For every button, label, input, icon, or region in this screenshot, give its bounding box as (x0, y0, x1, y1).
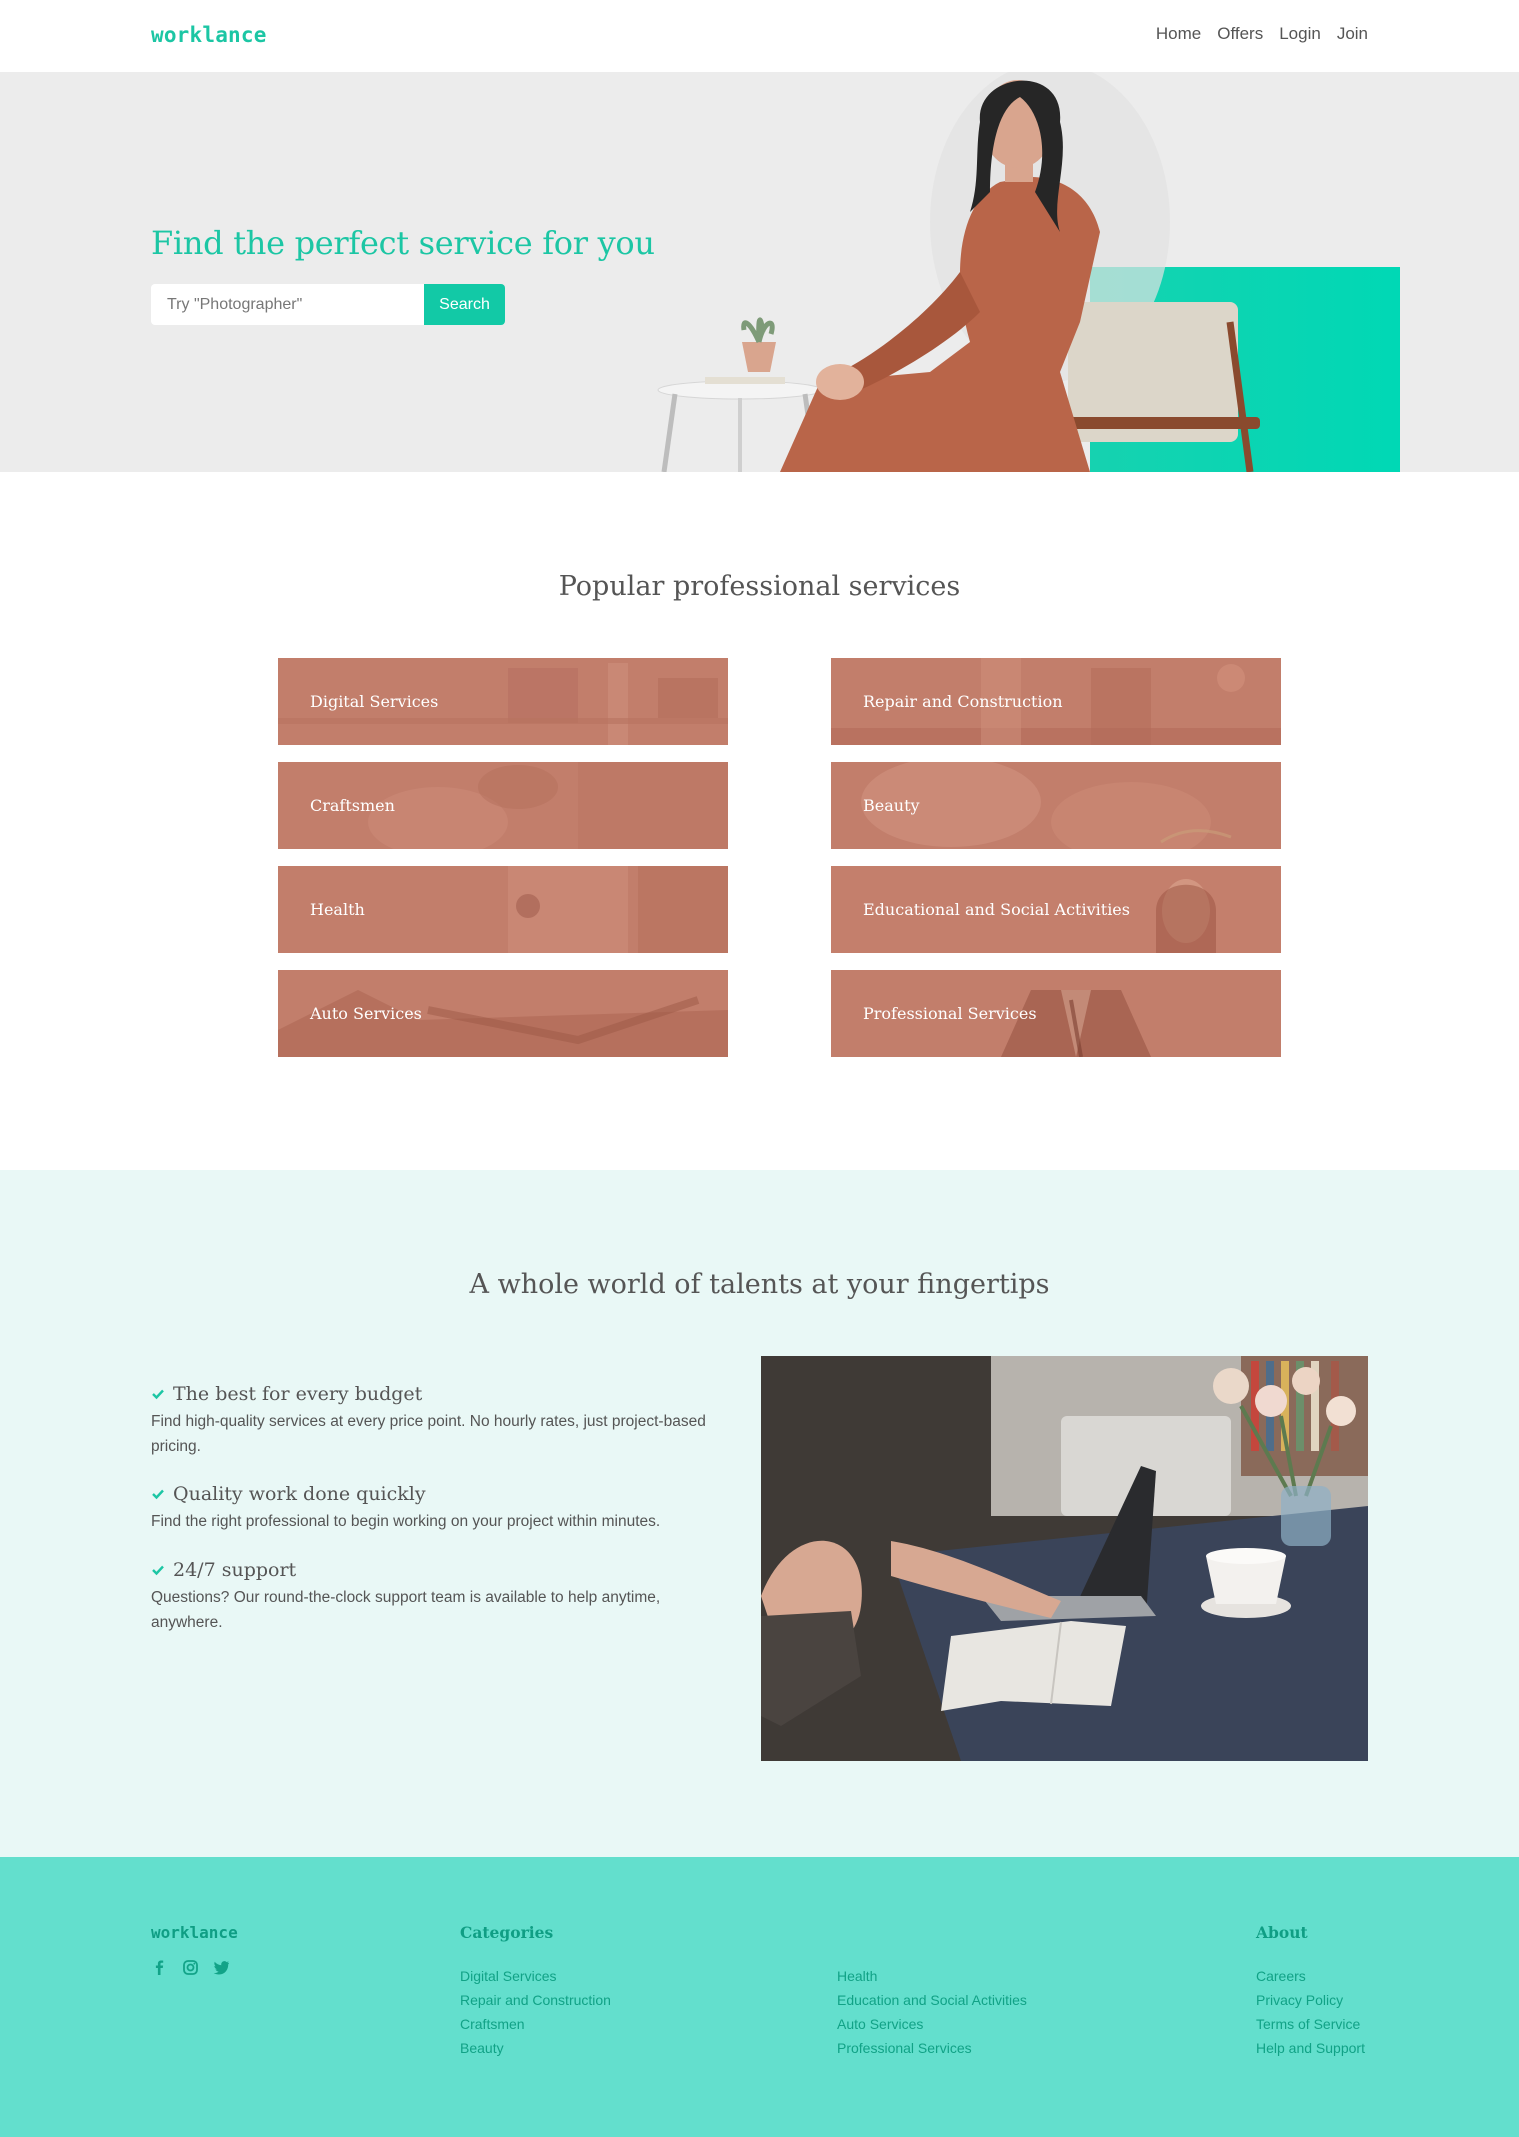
talents-title: A whole world of talents at your fingert… (469, 1269, 1050, 1300)
footer-link[interactable]: Craftsmen (460, 2012, 611, 2036)
feature-text: Find high-quality services at every pric… (151, 1413, 706, 1455)
service-tile-auto-services[interactable]: Auto Services (278, 970, 728, 1057)
check-icon (152, 1489, 164, 1500)
search-button[interactable]: Search (424, 284, 505, 325)
footer-categories-col2: Health Education and Social Activities A… (837, 1964, 1027, 2060)
feature-budget: The best for every budget Find high-qual… (151, 1383, 731, 1459)
nav-home[interactable]: Home (1156, 24, 1201, 44)
feature-support: 24/7 support Questions? Our round-the-cl… (151, 1559, 731, 1635)
service-tile-beauty[interactable]: Beauty (831, 762, 1281, 849)
footer-link[interactable]: Privacy Policy (1256, 1988, 1365, 2012)
feature-quality: Quality work done quickly Find the right… (151, 1483, 731, 1534)
feature-title: Quality work done quickly (173, 1483, 426, 1505)
search-input[interactable] (151, 284, 424, 325)
site-footer: worklance Categories Digital Services Re… (0, 1857, 1519, 2137)
footer-link[interactable]: Digital Services (460, 1964, 611, 1988)
service-tile-repair-construction[interactable]: Repair and Construction (831, 658, 1281, 745)
laptop-work-photo (761, 1356, 1368, 1761)
footer-link[interactable]: Terms of Service (1256, 2012, 1365, 2036)
service-tile-label: Digital Services (310, 692, 439, 711)
service-tile-label: Auto Services (310, 1004, 422, 1023)
popular-services-title: Popular professional services (558, 571, 961, 602)
top-navbar: worklance Home Offers Login Join (0, 0, 1519, 72)
feature-text: Questions? Our round-the-clock support t… (151, 1589, 661, 1631)
nav-join[interactable]: Join (1337, 24, 1368, 44)
nav-login[interactable]: Login (1279, 24, 1321, 44)
footer-link[interactable]: Beauty (460, 2036, 611, 2060)
hero-section: Find the perfect service for you Search (0, 72, 1519, 472)
service-tile-digital-services[interactable]: Digital Services (278, 658, 728, 745)
footer-link[interactable]: Repair and Construction (460, 1988, 611, 2012)
service-tile-educational-social[interactable]: Educational and Social Activities (831, 866, 1281, 953)
feature-title: The best for every budget (173, 1383, 423, 1405)
footer-link[interactable]: Health (837, 1964, 1027, 1988)
service-tile-professional-services[interactable]: Professional Services (831, 970, 1281, 1057)
nav-offers[interactable]: Offers (1217, 24, 1263, 44)
service-grid: Digital Services Repair and Construction… (278, 658, 1282, 1057)
service-tile-label: Craftsmen (310, 796, 395, 815)
service-tile-craftsmen[interactable]: Craftsmen (278, 762, 728, 849)
social-links (151, 1959, 230, 1976)
service-tile-label: Professional Services (863, 1004, 1037, 1023)
feature-text: Find the right professional to begin wor… (151, 1513, 661, 1530)
nav-links: Home Offers Login Join (1156, 24, 1368, 44)
feature-title: 24/7 support (173, 1559, 297, 1581)
footer-link[interactable]: Careers (1256, 1964, 1365, 1988)
service-tile-health[interactable]: Health (278, 866, 728, 953)
hero-woman-illustration (657, 72, 1260, 472)
footer-about-heading: About (1256, 1923, 1308, 1942)
brand-logo[interactable]: worklance (151, 23, 267, 47)
service-tile-label: Beauty (863, 796, 920, 815)
check-icon (152, 1565, 164, 1576)
talents-section: A whole world of talents at your fingert… (0, 1170, 1519, 1857)
hero-title: Find the perfect service for you (151, 224, 655, 262)
facebook-icon[interactable] (151, 1959, 168, 1976)
footer-link[interactable]: Auto Services (837, 2012, 1027, 2036)
check-icon (152, 1389, 164, 1400)
service-tile-label: Repair and Construction (863, 692, 1063, 711)
footer-logo[interactable]: worklance (151, 1923, 238, 1942)
footer-categories-heading: Categories (460, 1923, 554, 1942)
service-tile-label: Educational and Social Activities (863, 900, 1130, 919)
twitter-icon[interactable] (213, 1959, 230, 1976)
footer-link[interactable]: Education and Social Activities (837, 1988, 1027, 2012)
instagram-icon[interactable] (182, 1959, 199, 1976)
footer-link[interactable]: Professional Services (837, 2036, 1027, 2060)
hero-search: Search (151, 284, 505, 325)
footer-about-col: About Careers Privacy Policy Terms of Se… (1256, 1923, 1365, 2060)
footer-categories-col1: Categories Digital Services Repair and C… (460, 1923, 611, 2060)
footer-link[interactable]: Help and Support (1256, 2036, 1365, 2060)
service-tile-label: Health (310, 900, 365, 919)
